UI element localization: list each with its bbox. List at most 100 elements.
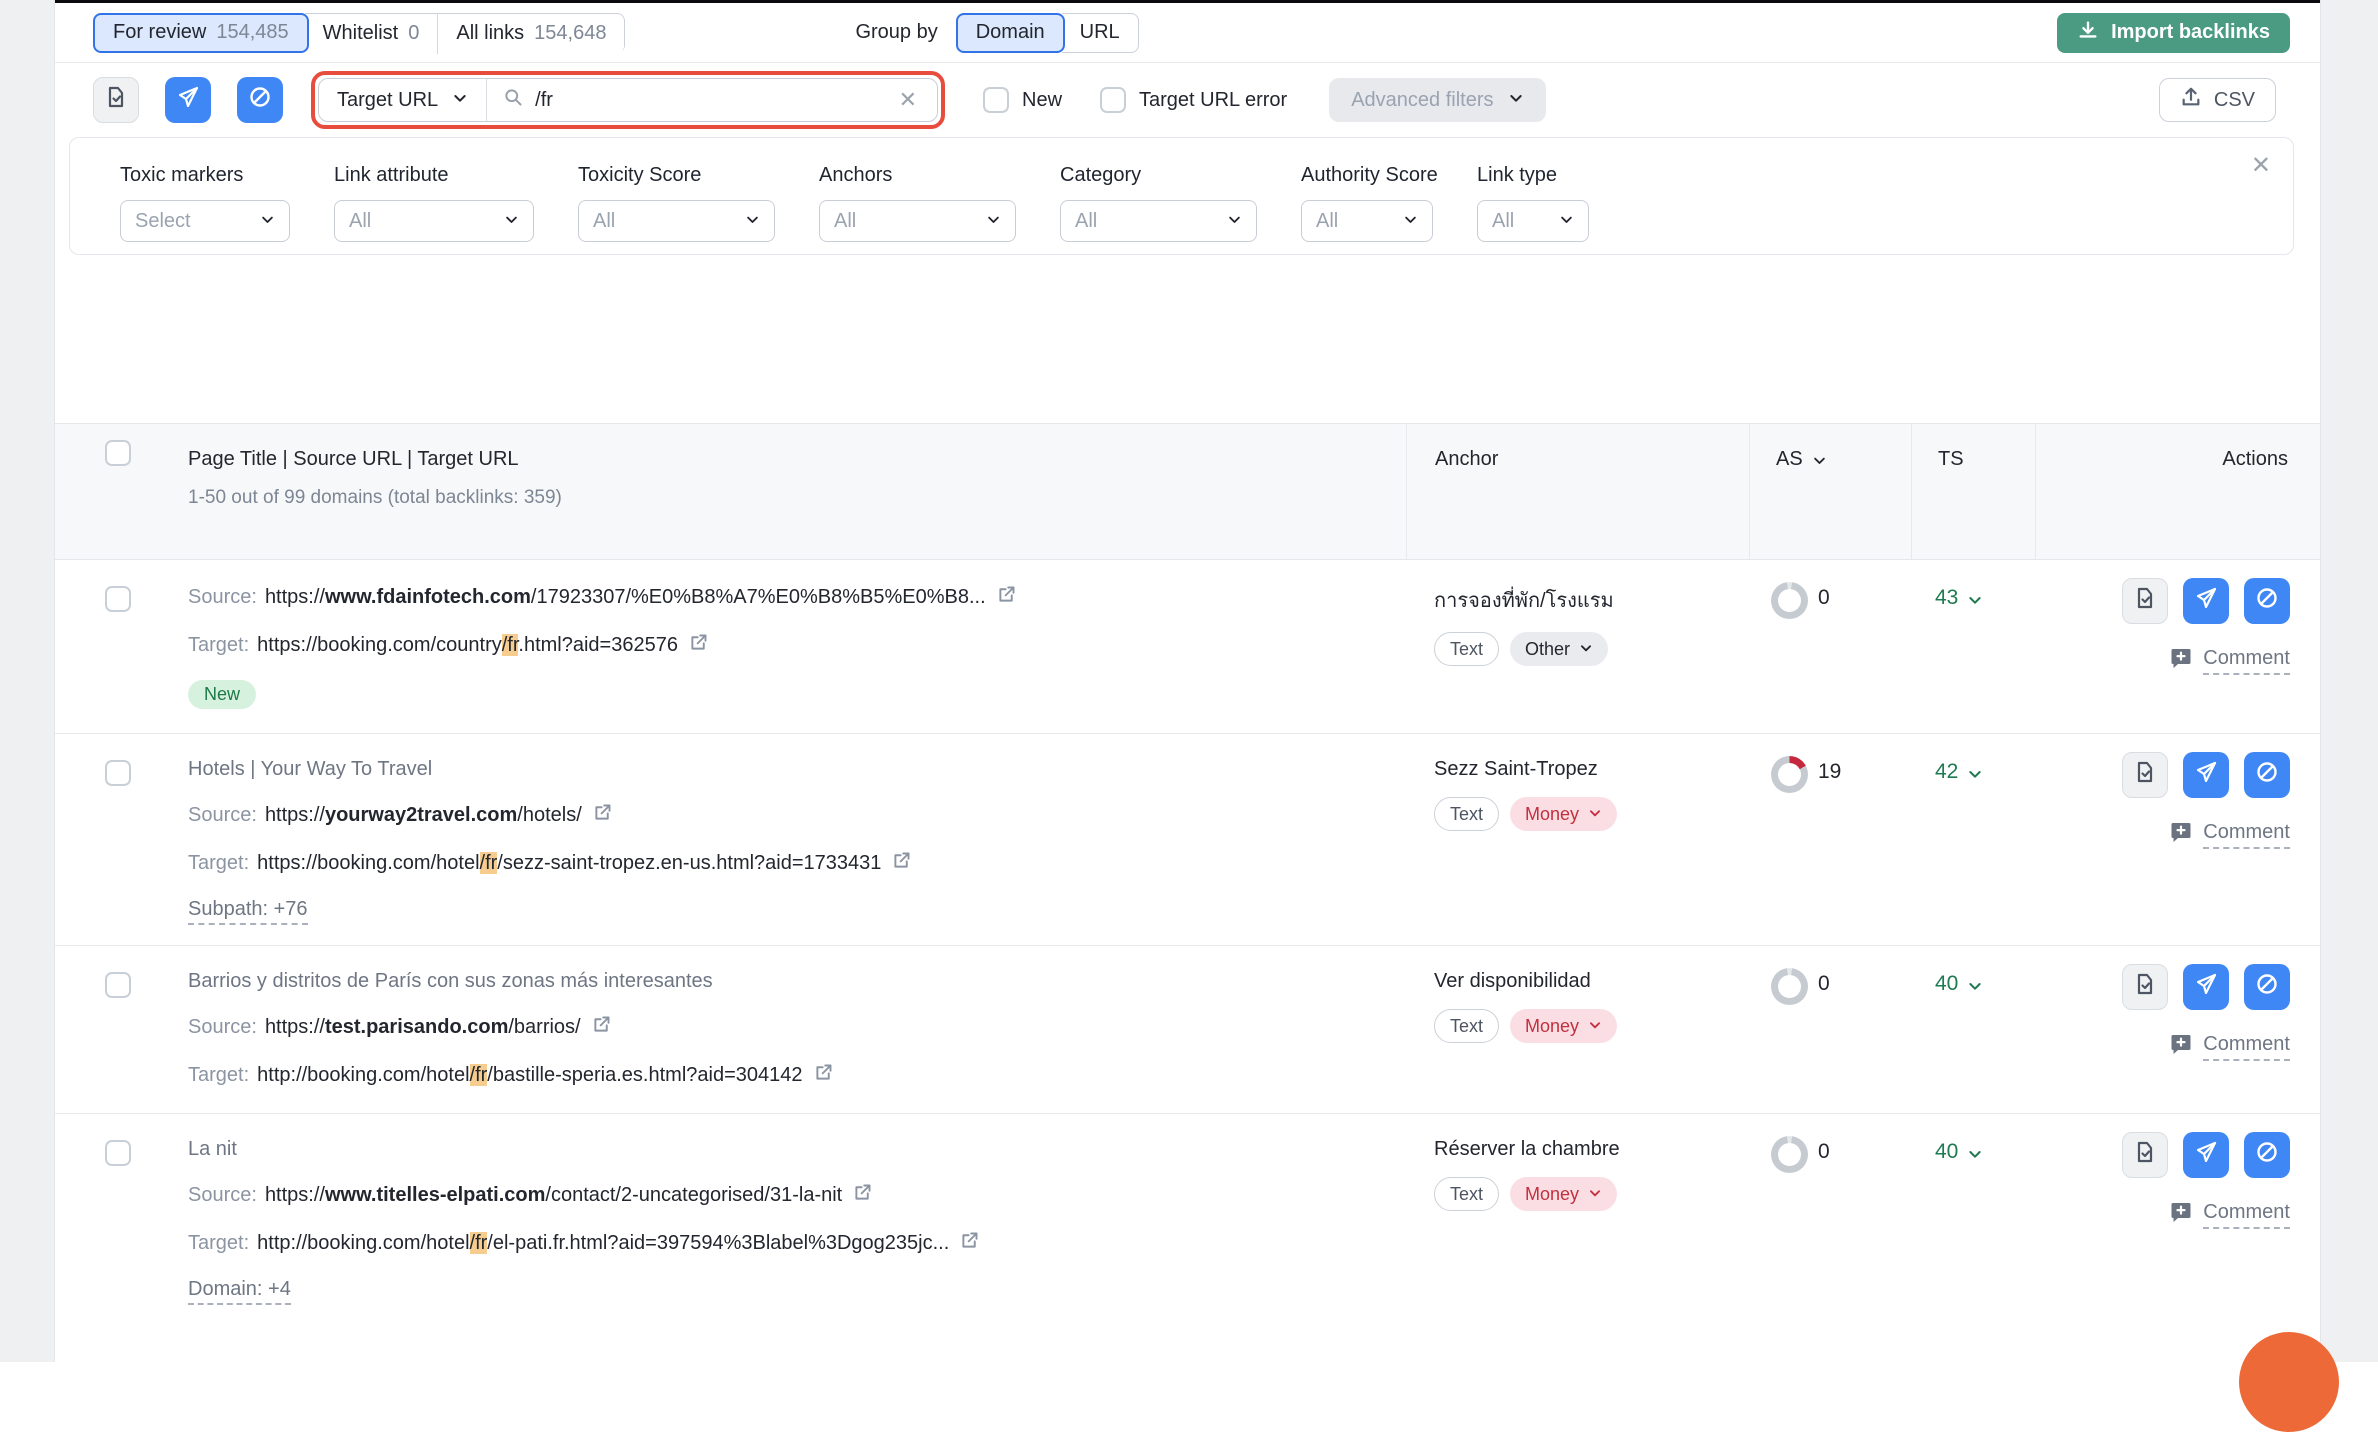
table-row: La nit Source: https://www.titelles-elpa… xyxy=(55,1114,2320,1325)
external-link-icon[interactable] xyxy=(959,1230,980,1257)
external-link-icon[interactable] xyxy=(852,1182,873,1209)
external-link-icon[interactable] xyxy=(591,1014,612,1041)
comment-plus-icon xyxy=(2169,1032,2193,1062)
external-link-icon[interactable] xyxy=(688,632,709,659)
subpath-expander[interactable]: Subpath: +76 xyxy=(188,898,308,925)
remove-row-button[interactable] xyxy=(2183,964,2229,1010)
export-csv-button[interactable]: CSV xyxy=(2159,78,2276,122)
close-filters-icon[interactable]: ✕ xyxy=(2251,154,2271,178)
target-url[interactable]: http://booking.com/hotel/fr/el-pati.fr.h… xyxy=(257,1232,949,1255)
toxicity-score-select[interactable]: All xyxy=(578,200,775,242)
toxicity-score-dropdown[interactable]: 40 xyxy=(1911,946,2035,1113)
external-link-icon[interactable] xyxy=(592,802,613,829)
chevron-down-icon xyxy=(1559,210,1574,233)
filter-label: Anchors xyxy=(819,164,1016,187)
remove-row-button[interactable] xyxy=(2183,752,2229,798)
domain-expander[interactable]: Domain: +4 xyxy=(188,1278,291,1305)
anchor-category-dropdown[interactable]: Money xyxy=(1510,1177,1617,1211)
comment-link[interactable]: Comment xyxy=(2035,1200,2290,1230)
match-highlight: /fr xyxy=(502,634,519,656)
column-header-ts[interactable]: TS xyxy=(1911,424,2035,559)
chevron-down-icon xyxy=(745,210,760,233)
toxicity-score-dropdown[interactable]: 42 xyxy=(1911,734,2035,945)
link-type-select[interactable]: All xyxy=(1477,200,1589,242)
disavow-row-button[interactable] xyxy=(2244,752,2290,798)
chevron-down-icon xyxy=(1579,639,1593,660)
category-select[interactable]: All xyxy=(1060,200,1257,242)
help-fab-button[interactable] xyxy=(2239,1332,2339,1432)
link-attribute-select[interactable]: All xyxy=(334,200,534,242)
whitelist-row-button[interactable] xyxy=(2122,578,2168,624)
search-icon xyxy=(503,87,523,113)
whitelist-row-button[interactable] xyxy=(2122,1132,2168,1178)
whitelist-row-button[interactable] xyxy=(2122,752,2168,798)
authority-score-select[interactable]: All xyxy=(1301,200,1433,242)
clear-search-icon[interactable]: ✕ xyxy=(895,87,921,113)
download-icon xyxy=(2077,19,2099,47)
remove-row-button[interactable] xyxy=(2183,1132,2229,1178)
table-row: Hotels | Your Way To Travel Source: http… xyxy=(55,734,2320,946)
comment-link[interactable]: Comment xyxy=(2035,1032,2290,1062)
source-url[interactable]: https://yourway2travel.com/hotels/ xyxy=(265,804,582,827)
comment-link[interactable]: Comment xyxy=(2035,646,2290,676)
authority-score-value: 0 xyxy=(1818,972,1830,996)
disavow-row-button[interactable] xyxy=(2244,964,2290,1010)
group-by-domain[interactable]: Domain xyxy=(956,13,1065,53)
move-to-remove-button[interactable] xyxy=(165,77,211,123)
search-input[interactable] xyxy=(535,89,882,112)
disavow-row-button[interactable] xyxy=(2244,1132,2290,1178)
source-url[interactable]: https://www.fdainfotech.com/17923307/%E0… xyxy=(265,586,986,609)
source-label: Source: xyxy=(188,586,257,609)
source-url[interactable]: https://www.titelles-elpati.com/contact/… xyxy=(265,1184,842,1207)
whitelist-row-button[interactable] xyxy=(2122,964,2168,1010)
filter-authority-score: Authority Score All xyxy=(1301,164,1433,242)
advanced-filters-label: Advanced filters xyxy=(1351,89,1493,112)
target-url[interactable]: http://booking.com/hotel/fr/bastille-spe… xyxy=(257,1064,802,1087)
tab-whitelist[interactable]: Whitelist 0 xyxy=(305,14,439,54)
search-field-select[interactable]: Target URL xyxy=(319,79,487,121)
target-label: Target: xyxy=(188,634,249,657)
row-checkbox[interactable] xyxy=(105,760,131,786)
advanced-filters-button[interactable]: Advanced filters xyxy=(1329,78,1545,122)
toxicity-score-dropdown[interactable]: 40 xyxy=(1911,1114,2035,1325)
table-header: Page Title | Source URL | Target URL 1-5… xyxy=(55,423,2320,560)
select-all-checkbox[interactable] xyxy=(105,440,131,466)
toxicity-score-dropdown[interactable]: 43 xyxy=(1911,560,2035,733)
row-checkbox[interactable] xyxy=(105,586,131,612)
target-url[interactable]: https://booking.com/hotel/fr/sezz-saint-… xyxy=(257,852,881,875)
comment-link[interactable]: Comment xyxy=(2035,820,2290,850)
toxicity-score-value: 42 xyxy=(1935,760,1958,784)
authority-score-value: 19 xyxy=(1818,760,1841,784)
remove-row-button[interactable] xyxy=(2183,578,2229,624)
row-checkbox[interactable] xyxy=(105,1140,131,1166)
chevron-down-icon xyxy=(1588,1184,1602,1205)
source-url[interactable]: https://test.parisando.com/barrios/ xyxy=(265,1016,581,1039)
move-to-disavow-button[interactable] xyxy=(237,77,283,123)
external-link-icon[interactable] xyxy=(996,584,1017,611)
column-header-as[interactable]: AS xyxy=(1749,424,1911,559)
group-by-url[interactable]: URL xyxy=(1062,13,1139,53)
external-link-icon[interactable] xyxy=(891,850,912,877)
anchors-select[interactable]: All xyxy=(819,200,1016,242)
chevron-down-icon xyxy=(1967,760,1983,788)
anchor-category-dropdown[interactable]: Money xyxy=(1510,797,1617,831)
anchor-category-dropdown[interactable]: Other xyxy=(1510,632,1608,666)
tab-all-links[interactable]: All links 154,648 xyxy=(438,14,624,54)
target-url-error-checkbox[interactable] xyxy=(1100,87,1126,113)
filter-link-attribute: Link attribute All xyxy=(334,164,534,242)
column-header-page-title: Page Title | Source URL | Target URL xyxy=(188,448,1406,471)
external-link-icon[interactable] xyxy=(813,1062,834,1089)
chevron-down-icon xyxy=(1588,804,1602,825)
disavow-row-button[interactable] xyxy=(2244,578,2290,624)
move-to-whitelist-button[interactable] xyxy=(93,77,139,123)
tab-for-review[interactable]: For review 154,485 xyxy=(93,13,309,53)
row-checkbox[interactable] xyxy=(105,972,131,998)
anchor-type-badge: Text xyxy=(1434,797,1499,831)
target-url[interactable]: https://booking.com/country/fr.html?aid=… xyxy=(257,634,678,657)
anchor-category-dropdown[interactable]: Money xyxy=(1510,1009,1617,1043)
toxic-markers-select[interactable]: Select xyxy=(120,200,290,242)
new-checkbox[interactable] xyxy=(983,87,1009,113)
document-check-icon xyxy=(2133,972,2157,1002)
import-backlinks-button[interactable]: Import backlinks xyxy=(2057,13,2290,53)
right-scroll-gutter[interactable] xyxy=(2320,0,2378,1362)
